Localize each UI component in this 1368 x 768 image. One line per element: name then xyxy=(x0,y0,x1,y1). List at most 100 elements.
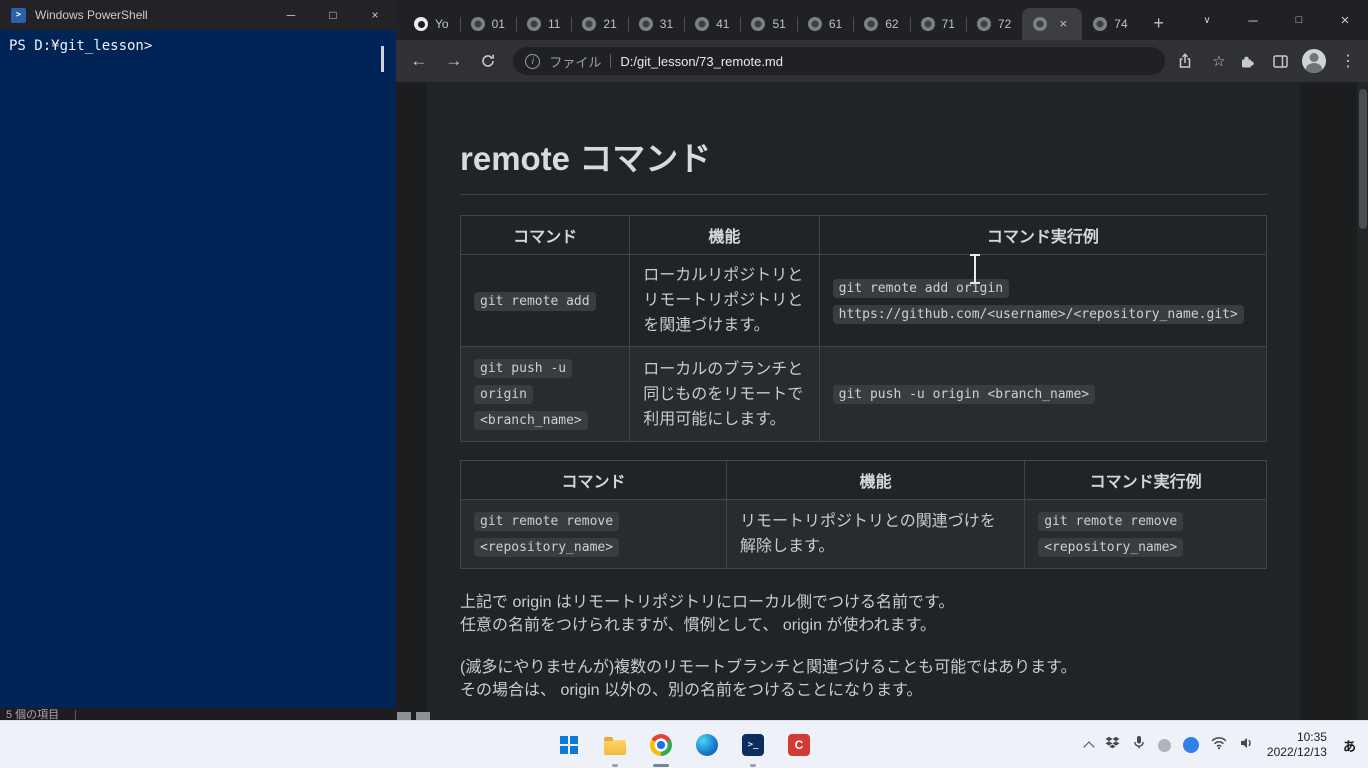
site-info-icon[interactable]: i xyxy=(525,54,540,69)
tab-31[interactable]: 31 xyxy=(628,8,684,40)
header-command: コマンド xyxy=(461,216,630,255)
powershell-scrollbar-thumb[interactable] xyxy=(381,46,384,72)
tab-74[interactable]: 74 xyxy=(1082,8,1138,40)
tray-chevron-up-icon[interactable] xyxy=(1083,741,1094,752)
wifi-icon[interactable] xyxy=(1211,736,1227,755)
tab-search-icon[interactable]: ∨ xyxy=(1184,0,1230,40)
command-cell: git push -u origin <branch_name> xyxy=(461,347,630,442)
powershell-console[interactable]: PS D:¥git_lesson> xyxy=(0,30,396,708)
tab-label: 51 xyxy=(772,17,785,31)
tab-github[interactable]: Yo xyxy=(403,8,460,40)
tab-label: 62 xyxy=(885,17,898,31)
chrome-icon xyxy=(650,734,672,756)
scrollbar-thumb[interactable] xyxy=(1359,89,1367,229)
tab-71[interactable]: 71 xyxy=(910,8,966,40)
profile-avatar[interactable] xyxy=(1300,47,1328,75)
header-command: コマンド xyxy=(461,461,727,500)
ps-close-button[interactable]: × xyxy=(354,0,396,30)
tab-21[interactable]: 21 xyxy=(571,8,627,40)
taskbar-icon-edge[interactable] xyxy=(691,729,723,761)
remote-remove-table: コマンド 機能 コマンド実行例 git remote remove <repos… xyxy=(460,460,1267,569)
close-button[interactable]: × xyxy=(1322,0,1368,40)
header-example: コマンド実行例 xyxy=(1025,461,1267,500)
address-bar[interactable]: i ファイル D:/git_lesson/73_remote.md xyxy=(513,47,1165,75)
tab-label: 21 xyxy=(603,17,616,31)
taskbar-clock[interactable]: 10:35 2022/12/13 xyxy=(1267,730,1327,760)
bookmark-star-icon[interactable]: ☆ xyxy=(1205,47,1233,75)
text-line: 任意の名前をつけられますが、慣例として、 origin が使われます。 xyxy=(460,614,1267,637)
code-span: git push -u origin <branch_name> xyxy=(833,385,1095,404)
share-icon[interactable] xyxy=(1171,47,1199,75)
page-viewport: remote コマンド コマンド 機能 コマンド実行例 git remote a… xyxy=(396,82,1368,722)
edge-icon xyxy=(696,734,718,756)
page-title: remote コマンド xyxy=(460,132,1267,195)
browser-menu-icon[interactable]: ⋮ xyxy=(1334,47,1362,75)
tab-close-icon[interactable]: × xyxy=(1055,16,1071,32)
taskbar-icon-file-explorer[interactable] xyxy=(599,729,631,761)
tab-list: Yo 01 11 21 31 41 xyxy=(403,8,1173,40)
taskbar-icon-chrome[interactable] xyxy=(645,729,677,761)
tab-01[interactable]: 01 xyxy=(460,8,516,40)
taskbar: >_ C 10:35 2022/12/13 あ xyxy=(0,720,1368,768)
ps-maximize-button[interactable]: □ xyxy=(312,0,354,30)
reload-button[interactable] xyxy=(474,46,504,76)
statusbar-divider xyxy=(75,710,76,720)
red-app-icon: C xyxy=(788,734,810,756)
forward-button[interactable]: → xyxy=(439,46,469,76)
avatar-icon xyxy=(1302,49,1326,73)
command-cell: git remote remove <repository_name> xyxy=(461,500,727,569)
table-header-row: コマンド 機能 コマンド実行例 xyxy=(461,461,1267,500)
example-cell: git remote remove <repository_name> xyxy=(1025,500,1267,569)
table-row: git remote remove <repository_name> リモート… xyxy=(461,500,1267,569)
tab-label: 61 xyxy=(829,17,842,31)
microphone-icon[interactable] xyxy=(1132,735,1146,755)
taskbar-start-button[interactable] xyxy=(553,729,585,761)
tab-51[interactable]: 51 xyxy=(740,8,796,40)
taskbar-icon-powershell[interactable]: >_ xyxy=(737,729,769,761)
taskbar-icon-red-app[interactable]: C xyxy=(783,729,815,761)
tab-41[interactable]: 41 xyxy=(684,8,740,40)
volume-icon[interactable] xyxy=(1239,736,1255,755)
text-line: 上記で origin はリモートリポジトリにローカル側でつける名前です。 xyxy=(460,591,1267,614)
tray-blue-app-icon[interactable] xyxy=(1183,737,1199,753)
omnibox-divider xyxy=(610,54,611,68)
page-favicon-icon xyxy=(1033,17,1047,31)
page-favicon-icon xyxy=(1093,17,1107,31)
page-favicon-icon xyxy=(977,17,991,31)
tab-strip: Yo 01 11 21 31 41 xyxy=(396,0,1368,40)
page-favicon-icon xyxy=(751,17,765,31)
page-favicon-icon xyxy=(695,17,709,31)
file-scheme-label: ファイル xyxy=(549,52,601,71)
code-span: git remote remove <repository_name> xyxy=(1038,512,1183,557)
tab-62[interactable]: 62 xyxy=(853,8,909,40)
paragraph-multiple-remotes: (滅多にやりませんが)複数のリモートブランチと関連づけることも可能ではあります。… xyxy=(460,656,1267,702)
page-favicon-icon xyxy=(864,17,878,31)
page-scrollbar[interactable] xyxy=(1357,82,1368,722)
tab-72[interactable]: 72 xyxy=(966,8,1022,40)
remote-add-table: コマンド 機能 コマンド実行例 git remote add ローカルリポジトリ… xyxy=(460,215,1267,442)
new-tab-button[interactable]: + xyxy=(1145,9,1173,37)
dropbox-icon[interactable] xyxy=(1105,736,1120,755)
code-span: git remote add origin https://github.com… xyxy=(833,279,1244,324)
powershell-titlebar[interactable]: > Windows PowerShell ─ □ × xyxy=(0,0,396,30)
ps-minimize-button[interactable]: ─ xyxy=(270,0,312,30)
tab-label: 41 xyxy=(716,17,729,31)
tray-app-icon[interactable] xyxy=(1158,739,1171,752)
maximize-button[interactable]: □ xyxy=(1276,0,1322,40)
tab-11[interactable]: 11 xyxy=(516,8,571,40)
page-favicon-icon xyxy=(471,17,485,31)
example-cell: git push -u origin <branch_name> xyxy=(819,347,1266,442)
ime-mode-indicator[interactable]: あ xyxy=(1339,736,1360,755)
table-row: git remote add ローカルリポジトリとリモートリポジトリとを関連づけ… xyxy=(461,255,1267,347)
tab-61[interactable]: 61 xyxy=(797,8,853,40)
header-example: コマンド実行例 xyxy=(819,216,1266,255)
back-button[interactable]: ← xyxy=(404,46,434,76)
side-panel-icon[interactable] xyxy=(1267,47,1295,75)
description-cell: ローカルのブランチと同じものをリモートで利用可能にします。 xyxy=(630,347,819,442)
folder-icon xyxy=(604,740,626,755)
minimize-button[interactable]: ─ xyxy=(1230,0,1276,40)
tab-active-73[interactable]: × xyxy=(1022,8,1082,40)
extensions-puzzle-icon[interactable] xyxy=(1233,47,1261,75)
code-span: git remote add xyxy=(474,292,596,311)
page-favicon-icon xyxy=(921,17,935,31)
